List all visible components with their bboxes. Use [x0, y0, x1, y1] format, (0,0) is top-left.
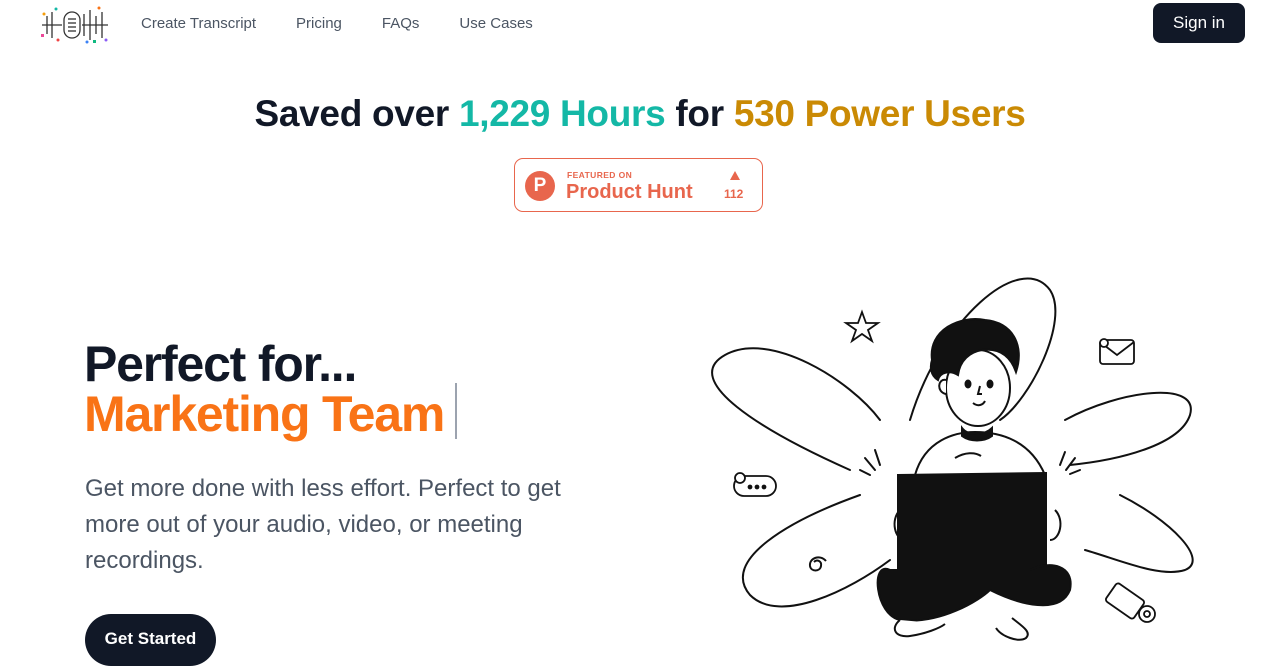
- product-hunt-logo-icon: P: [525, 171, 555, 201]
- nav-link-create-transcript[interactable]: Create Transcript: [141, 15, 256, 33]
- envelope-at-icon: [1105, 582, 1156, 623]
- product-hunt-featured-label: FEATURED ON: [567, 170, 633, 180]
- product-hunt-badge[interactable]: P FEATURED ON Product Hunt 112: [514, 158, 763, 212]
- upvote-count: 112: [724, 187, 744, 201]
- stats-prefix: Saved over: [254, 93, 450, 134]
- nav-link-use-cases[interactable]: Use Cases: [459, 15, 532, 33]
- stats-middle: for: [675, 93, 724, 134]
- typing-cursor: [455, 383, 457, 439]
- hero-rotating-audience: Marketing Team: [84, 386, 445, 442]
- product-hunt-name: Product Hunt: [566, 181, 693, 203]
- top-nav: Create Transcript Pricing FAQs Use Cases…: [0, 0, 1280, 48]
- person-illustration: [876, 318, 1072, 641]
- hero-description: Get more done with less effort. Perfect …: [85, 475, 561, 574]
- nav-links: Create Transcript Pricing FAQs Use Cases: [141, 15, 533, 33]
- chat-bubble-icon: [733, 472, 777, 497]
- stats-users: 530 Power Users: [733, 93, 1026, 134]
- get-started-button[interactable]: Get Started: [85, 614, 216, 666]
- hero-illustration: [711, 277, 1194, 641]
- nav-link-pricing[interactable]: Pricing: [296, 15, 342, 33]
- star-icon: [843, 309, 881, 344]
- stats-headline: Saved over 1,229 Hours for 530 Power Use…: [0, 93, 1280, 135]
- upvote-arrow-icon: [730, 171, 740, 180]
- spiral-icon: [808, 556, 827, 572]
- sign-in-button[interactable]: Sign in: [1153, 3, 1245, 43]
- waveform-logo-icon[interactable]: [38, 4, 112, 46]
- nav-link-faqs[interactable]: FAQs: [382, 15, 420, 33]
- mail-icon: [1099, 338, 1135, 365]
- stats-hours: 1,229 Hours: [458, 93, 666, 134]
